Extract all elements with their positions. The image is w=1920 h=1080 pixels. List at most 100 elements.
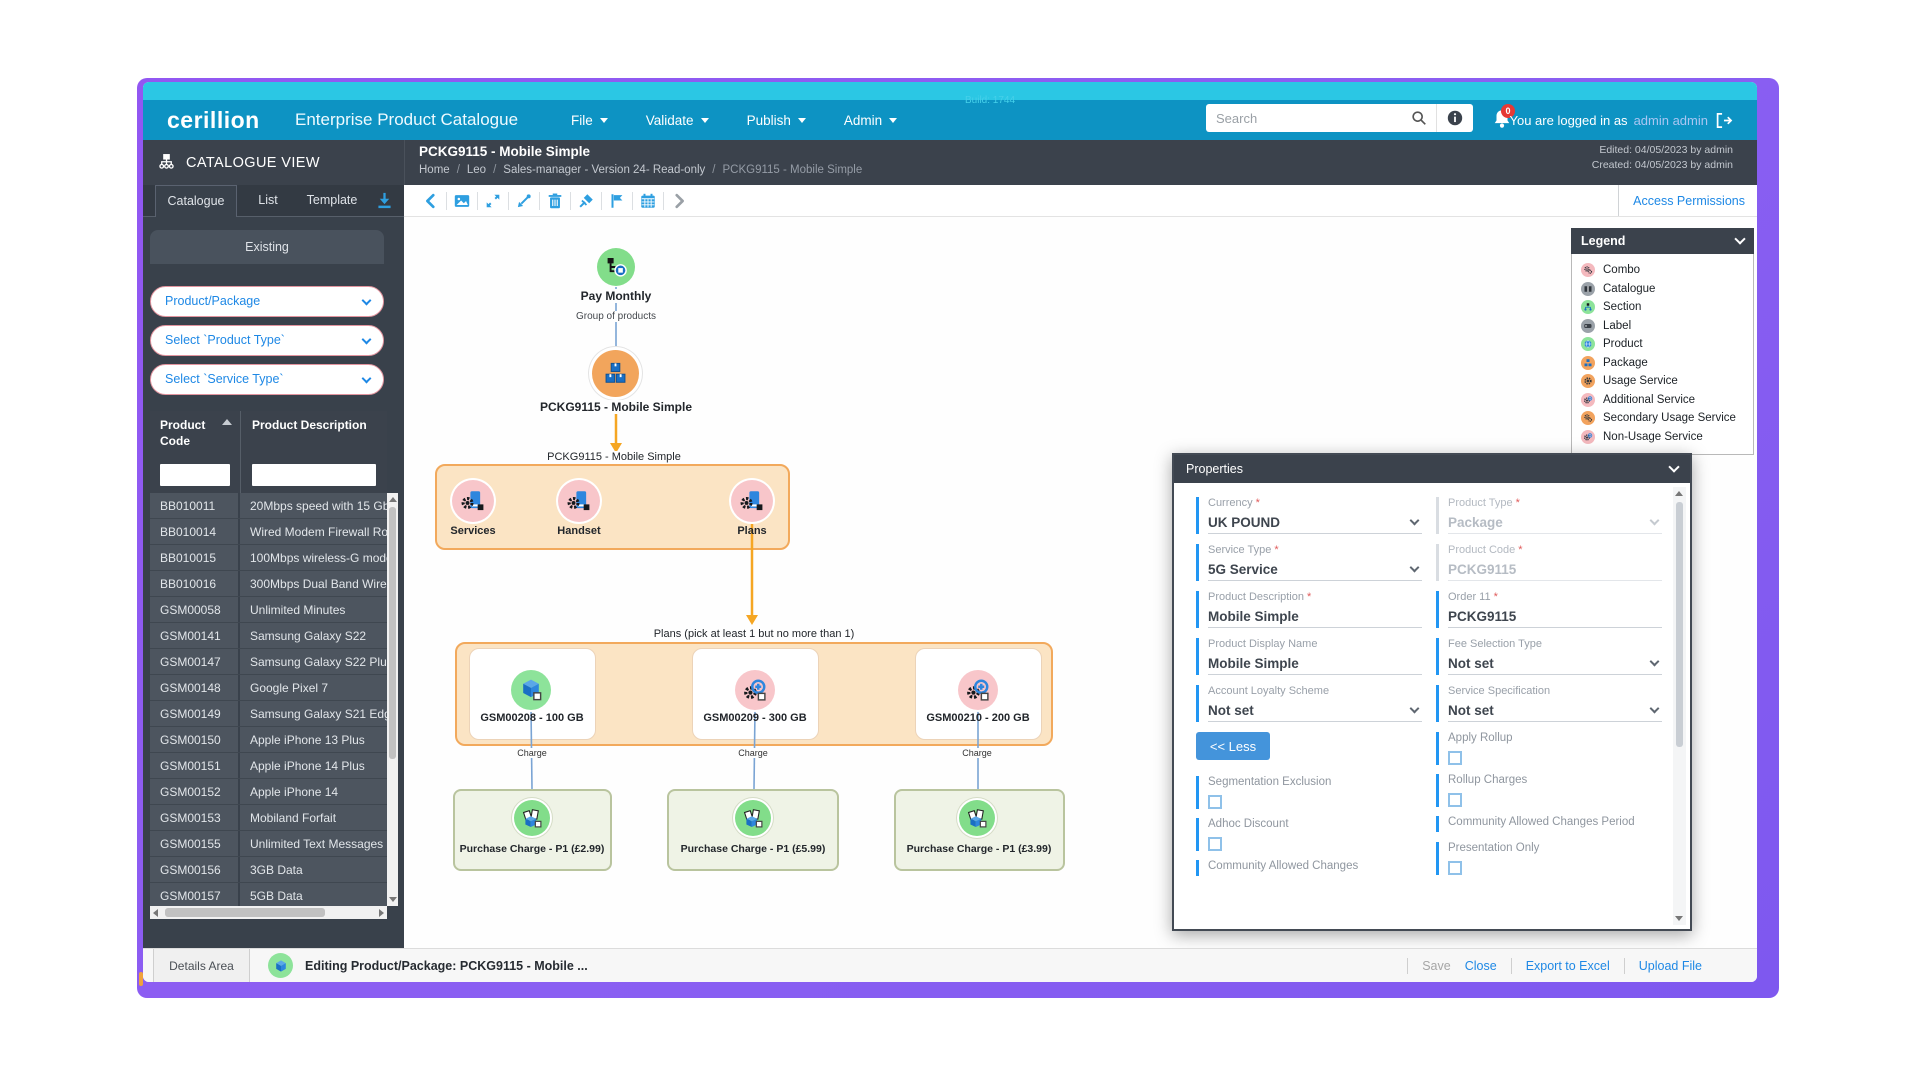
menu-publish[interactable]: Publish [747,113,806,128]
table-row[interactable]: GSM00151Apple iPhone 14 Plus [150,753,387,779]
scroll-down-icon[interactable] [389,897,397,902]
product-type-dropdown[interactable]: Select `Product Type` [150,325,384,356]
field-value[interactable]: Not set [1448,656,1494,671]
details-area-tab[interactable]: Details Area [153,949,250,982]
breadcrumb-item[interactable]: Leo [467,164,486,176]
less-button[interactable]: << Less [1196,732,1270,760]
forward-icon[interactable] [664,185,694,216]
package-node[interactable] [592,350,639,397]
section-node-handset[interactable] [558,480,600,522]
legend-header[interactable]: Legend [1571,228,1754,254]
chevron-down-icon[interactable] [1650,657,1660,667]
field-value[interactable]: Mobile Simple [1208,656,1299,671]
table-row[interactable]: GSM00141Samsung Galaxy S22 [150,623,387,649]
table-row[interactable]: BB010015100Mbps wireless-G mode [150,545,387,571]
section-node-plans[interactable] [731,480,773,522]
scrollbar-thumb[interactable] [165,908,325,917]
table-row[interactable]: BB010014Wired Modem Firewall Rou [150,519,387,545]
field-value[interactable]: Not set [1448,703,1494,718]
properties-header[interactable]: Properties [1174,455,1690,483]
property-checkbox-segmentation-exclusion: Segmentation Exclusion [1196,776,1422,809]
tab-template[interactable]: Template [297,185,367,217]
field-value[interactable]: PCKG9115 [1448,609,1516,624]
chevron-down-icon[interactable] [1410,563,1420,573]
chevron-down-icon[interactable] [1410,704,1420,714]
magnifier-icon[interactable] [1402,104,1436,132]
trash-icon[interactable] [540,185,570,216]
flag-icon[interactable] [602,185,632,216]
table-row[interactable]: BB010016300Mbps Dual Band Wirele [150,571,387,597]
calendar-icon[interactable] [633,185,663,216]
chevron-down-icon[interactable] [1410,516,1420,526]
checkbox[interactable] [1448,861,1462,875]
pin-diagonal-icon[interactable] [509,185,539,216]
image-icon[interactable] [447,185,477,216]
table-row[interactable]: GSM00155Unlimited Text Messages [150,831,387,857]
scrollbar-thumb[interactable] [389,507,396,759]
menu-validate[interactable]: Validate [646,113,709,128]
table-row[interactable]: GSM00153Mobiland Forfait [150,805,387,831]
chevron-down-icon[interactable] [1668,461,1679,472]
tab-catalogue[interactable]: Catalogue [155,185,237,218]
breadcrumb-item[interactable]: Sales-manager - Version 24- Read-only [503,164,705,176]
checkbox[interactable] [1208,837,1222,851]
menu-admin[interactable]: Admin [844,113,897,128]
table-row[interactable]: GSM00150Apple iPhone 13 Plus [150,727,387,753]
field-value[interactable]: Not set [1208,703,1254,718]
root-node-pay-monthly[interactable] [597,248,635,286]
column-product-code[interactable]: Product Code [160,418,230,449]
section-node-services[interactable] [452,480,494,522]
charge-node[interactable] [959,800,995,836]
properties-scrollbar[interactable] [1673,487,1686,925]
service-type-dropdown[interactable]: Select `Service Type` [150,364,384,395]
table-row[interactable]: GSM001575GB Data [150,883,387,906]
upload-file-button[interactable]: Upload File [1639,959,1702,973]
product-code-filter-input[interactable] [160,464,230,486]
chevron-down-icon[interactable] [1734,233,1745,244]
pushpin-icon[interactable] [571,185,601,216]
close-button[interactable]: Close [1465,959,1497,973]
checkbox[interactable] [1208,795,1222,809]
field-value[interactable]: Mobile Simple [1208,609,1299,624]
product-package-dropdown[interactable]: Product/Package [150,286,384,317]
info-icon[interactable] [1436,104,1473,132]
expand-icon[interactable] [478,185,508,216]
table-row[interactable]: GSM001563GB Data [150,857,387,883]
column-product-description[interactable]: Product Description [252,418,382,434]
download-icon[interactable] [375,191,394,215]
scroll-right-icon[interactable] [379,909,384,917]
field-value[interactable]: 5G Service [1208,562,1278,577]
table-row[interactable]: GSM00148Google Pixel 7 [150,675,387,701]
tab-list[interactable]: List [245,185,291,217]
table-horizontal-scrollbar[interactable] [150,906,387,919]
scroll-up-icon[interactable] [1675,491,1683,496]
checkbox[interactable] [1448,751,1462,765]
scroll-up-icon[interactable] [389,497,397,502]
menu-file[interactable]: File [571,113,608,128]
usage-node-gsm00209[interactable] [735,670,775,710]
checkbox[interactable] [1448,793,1462,807]
logout-icon[interactable] [1714,111,1733,130]
chevron-down-icon[interactable] [1650,704,1660,714]
table-row[interactable]: GSM00058Unlimited Minutes [150,597,387,623]
table-row[interactable]: BB01001120Mbps speed with 15 Gb [150,493,387,519]
usage-node-gsm00210[interactable] [958,670,998,710]
field-value[interactable]: UK POUND [1208,515,1280,530]
export-to-excel-button[interactable]: Export to Excel [1526,959,1610,973]
table-row[interactable]: GSM00152Apple iPhone 14 [150,779,387,805]
scroll-left-icon[interactable] [153,909,158,917]
product-node-gsm00208[interactable] [511,670,551,710]
table-row[interactable]: GSM00149Samsung Galaxy S21 Edg [150,701,387,727]
charge-node[interactable] [514,800,550,836]
table-vertical-scrollbar[interactable] [387,493,398,906]
charge-node[interactable] [735,800,771,836]
breadcrumb-item[interactable]: Home [419,164,450,176]
product-description-filter-input[interactable] [252,464,376,486]
back-icon[interactable] [416,185,446,216]
scrollbar-thumb[interactable] [1676,502,1683,747]
table-row[interactable]: GSM00147Samsung Galaxy S22 Plus [150,649,387,675]
access-permissions-link[interactable]: Access Permissions [1618,185,1745,216]
search-input[interactable] [1206,104,1402,132]
scroll-down-icon[interactable] [1675,916,1683,921]
login-user-link[interactable]: admin admin [1634,113,1708,128]
